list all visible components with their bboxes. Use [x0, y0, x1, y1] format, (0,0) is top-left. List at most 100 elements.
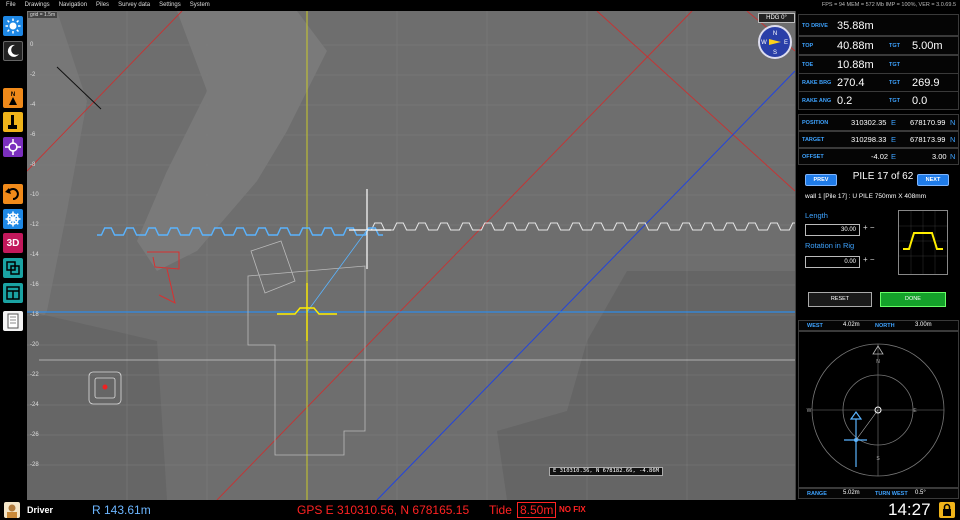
day-mode-button[interactable]: [3, 16, 23, 36]
reset-button[interactable]: RESET: [808, 292, 872, 307]
target-easting: 310298.33: [851, 135, 887, 144]
rake-brg-tgt-value: 269.9: [912, 77, 940, 89]
target-label: TARGET: [802, 137, 825, 143]
next-pile-button[interactable]: NEXT: [917, 174, 949, 186]
top-tgt-value: 5.00m: [912, 40, 943, 52]
west-north-row: WEST 4.02m NORTH 3.00m: [798, 320, 959, 331]
performance-stats: FPS = 94 MEM = 572 Mb IMP = 100%, VER = …: [821, 2, 956, 8]
status-bar: Driver R 143.61m GPS E 310310.56, N 6781…: [0, 500, 960, 520]
north-arrow-icon: N: [9, 92, 17, 105]
offset-e-unit: E: [891, 152, 897, 161]
u-pile-profile-icon: [899, 211, 947, 274]
position-easting: 310302.35: [851, 118, 887, 127]
compass-s: S: [773, 50, 777, 56]
scope-n: N: [876, 359, 880, 365]
radius-readout: R 143.61m: [92, 503, 151, 517]
rotation-stepper[interactable]: + −: [863, 255, 875, 264]
turn-label: TURN WEST: [875, 491, 908, 497]
compass-icon[interactable]: N E S W: [758, 25, 792, 59]
scope-w: W: [807, 408, 812, 414]
gps-readout: GPS E 310310.56, N 678165.15: [297, 503, 470, 517]
offset-n-unit: N: [950, 152, 956, 161]
menu-bar: File Drawings Navigation Piles Survey da…: [0, 0, 960, 11]
y-label: -20: [30, 342, 39, 348]
west-label: WEST: [807, 323, 823, 329]
map-canvas[interactable]: [27, 11, 795, 500]
length-stepper[interactable]: + −: [863, 223, 875, 232]
top-tgt-label: TGT: [889, 43, 900, 49]
scope-e: E: [913, 408, 917, 414]
layers-icon: [6, 261, 20, 275]
toe-tgt-label: TGT: [889, 62, 900, 68]
rake-ang-tgt-value: 0.0: [912, 95, 928, 107]
rake-brg-value: 270.4: [837, 77, 865, 89]
prev-pile-button[interactable]: PREV: [805, 174, 837, 186]
undo-button[interactable]: [3, 184, 23, 204]
north-value: 3.00m: [915, 322, 932, 328]
cursor-coordinate-readout: E 310310.36, N 678182.66, -4.86M: [549, 467, 663, 476]
rotation-input[interactable]: 0.00: [805, 256, 860, 268]
y-label: 0: [30, 42, 34, 48]
compass-w: W: [761, 40, 767, 46]
y-label: -28: [30, 462, 39, 468]
clock: 14:27: [888, 500, 931, 519]
3d-view-button[interactable]: 3D: [3, 233, 23, 253]
menu-drawings[interactable]: Drawings: [25, 0, 50, 11]
to-drive-row: TO DRIVE 35.88m: [798, 14, 959, 36]
toe-value: 10.88m: [837, 59, 874, 71]
notes-button[interactable]: [3, 311, 23, 331]
terrain-patch: [137, 11, 327, 271]
menu-settings[interactable]: Settings: [159, 0, 181, 11]
y-label: -18: [30, 312, 39, 318]
y-label: -16: [30, 282, 39, 288]
y-label: -24: [30, 402, 39, 408]
toe-row: TOE 10.88m TGT: [798, 55, 959, 74]
heading-label: HDG 0°: [758, 13, 795, 23]
pile-description: wall 1 [Pile 17] : U PILE 750mm X 408mm: [805, 193, 927, 200]
y-label: -26: [30, 432, 39, 438]
terrain-patch: [27, 11, 87, 341]
toe-label: TOE: [802, 62, 814, 68]
compass-needle-icon: [769, 39, 781, 45]
menu-file[interactable]: File: [6, 0, 16, 11]
menu-navigation[interactable]: Navigation: [59, 0, 87, 11]
target-n-unit: N: [950, 135, 956, 144]
settings-wheel-button[interactable]: [3, 209, 23, 229]
menu-piles[interactable]: Piles: [96, 0, 109, 11]
length-label: Length: [805, 211, 828, 220]
pile-info-panel: TO DRIVE 35.88m TOP 40.88m TGT 5.00m TOE…: [795, 11, 960, 500]
north-up-button[interactable]: N: [3, 88, 23, 108]
y-label: -12: [30, 222, 39, 228]
sun-icon: [5, 18, 21, 34]
done-button[interactable]: DONE: [880, 292, 946, 307]
tide-value: 8.50m: [517, 502, 557, 518]
target-center-button[interactable]: [3, 137, 23, 157]
driver-avatar-icon[interactable]: [4, 502, 20, 518]
y-label: -14: [30, 252, 39, 258]
menu-system[interactable]: System: [190, 0, 210, 11]
undo-icon: [5, 188, 19, 200]
gps-fix-status: NO FIX: [559, 505, 586, 514]
top-label: TOP: [802, 43, 814, 49]
target-northing: 678173.99: [910, 135, 946, 144]
target-e-unit: E: [891, 135, 897, 144]
notepad-icon: [7, 313, 19, 329]
map-view[interactable]: 0 -2 -4 -6 -8 -10 -12 -14 -16 -18 -20 -2…: [27, 11, 795, 500]
table-icon: [6, 286, 20, 300]
layers-button[interactable]: [3, 258, 23, 278]
sheet-pile-wall: [367, 222, 795, 231]
compass-n: N: [773, 31, 777, 37]
table-view-button[interactable]: [3, 283, 23, 303]
scope-canvas: N E S W: [807, 343, 945, 477]
night-mode-button[interactable]: [3, 41, 23, 61]
rig-icon: [8, 115, 17, 129]
offset-easting: -4.02: [871, 152, 889, 161]
scope-offset-line: [855, 409, 879, 441]
length-input[interactable]: 30.00: [805, 224, 860, 236]
tide-label: Tide: [489, 503, 512, 517]
lock-button[interactable]: [939, 502, 955, 518]
menu-survey-data[interactable]: Survey data: [118, 0, 150, 11]
marker-dot-icon: [102, 384, 108, 390]
left-toolbar: N 3D: [0, 11, 27, 500]
rig-view-button[interactable]: [3, 112, 23, 132]
